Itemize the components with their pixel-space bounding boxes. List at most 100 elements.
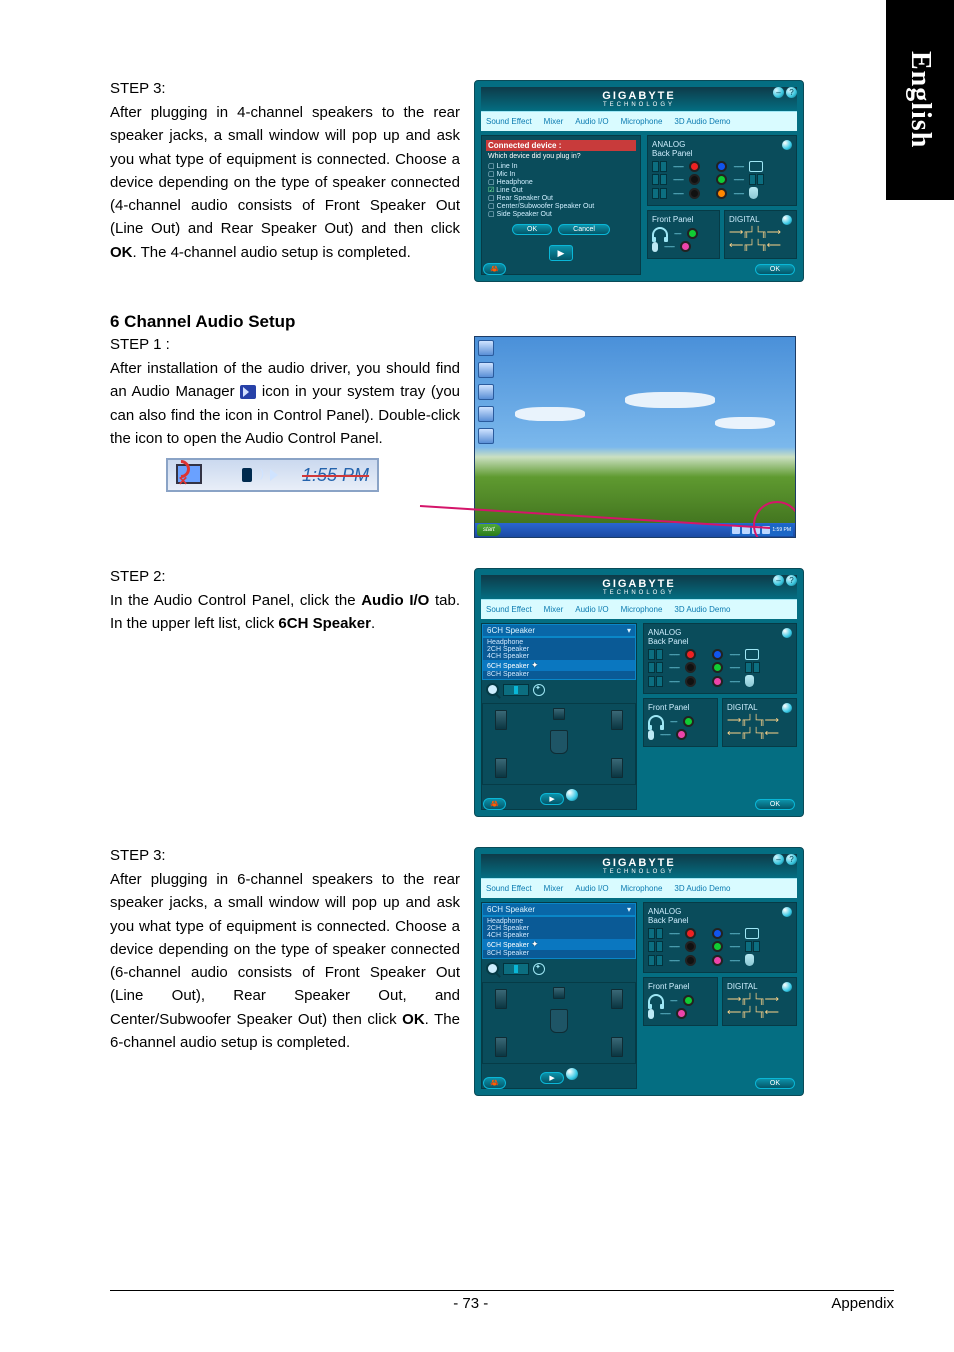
settings-icon[interactable]	[533, 684, 545, 696]
magnifier-icon[interactable]	[486, 683, 499, 696]
realtek-logo-button[interactable]: 🦀	[483, 798, 506, 810]
tab-3d-audio-demo[interactable]: 3D Audio Demo	[671, 883, 733, 894]
speaker-option-6ch[interactable]: 6CH Speaker ✦	[483, 660, 635, 671]
tray-icon-shield[interactable]	[206, 464, 228, 486]
jack-line-in[interactable]	[712, 928, 723, 939]
help-icon[interactable]: ?	[786, 575, 797, 586]
panel-ok-button[interactable]: OK	[755, 1078, 795, 1089]
start-button[interactable]: start	[477, 524, 501, 536]
dialog-ok-button[interactable]: OK	[512, 224, 552, 235]
minimize-icon[interactable]: –	[773, 575, 784, 586]
jack-line-in[interactable]	[716, 161, 727, 172]
tray-icon-audio-manager[interactable]	[266, 464, 288, 486]
device-option-rear-speaker-out[interactable]: Rear Speaker Out	[486, 194, 636, 202]
jack-rear[interactable]	[689, 174, 700, 185]
speaker-option-2ch[interactable]: 2CH Speaker	[483, 646, 635, 653]
front-jack-hp[interactable]	[683, 716, 694, 727]
front-jack-mic[interactable]	[676, 729, 687, 740]
desktop-icon[interactable]	[478, 406, 494, 422]
desktop-icon[interactable]	[478, 384, 494, 400]
speaker-option-4ch[interactable]: 4CH Speaker	[483, 932, 635, 939]
info-icon[interactable]	[782, 140, 792, 150]
device-option-mic-in[interactable]: Mic In	[486, 170, 636, 178]
speaker-option-8ch[interactable]: 8CH Speaker	[483, 950, 635, 957]
dialog-cancel-button[interactable]: Cancel	[558, 224, 610, 235]
info-icon[interactable]	[782, 215, 792, 225]
speaker-option-4ch[interactable]: 4CH Speaker	[483, 653, 635, 660]
volume-slider[interactable]	[503, 684, 529, 696]
realtek-logo-button[interactable]: 🦀	[483, 1077, 506, 1089]
tray-mini-icon[interactable]	[742, 526, 750, 534]
play-icon[interactable]: ▶	[540, 1072, 563, 1084]
help-icon[interactable]: ?	[786, 854, 797, 865]
jack-mic[interactable]	[685, 649, 696, 660]
info-icon[interactable]	[782, 703, 792, 713]
tab-mixer[interactable]: Mixer	[541, 116, 567, 127]
minimize-icon[interactable]: –	[773, 87, 784, 98]
jack-rear[interactable]	[685, 941, 696, 952]
tab-sound-effect[interactable]: Sound Effect	[483, 116, 535, 127]
tray-mini-icon[interactable]	[732, 526, 740, 534]
tab-audio-io[interactable]: Audio I/O	[572, 883, 611, 894]
tab-audio-io[interactable]: Audio I/O	[572, 116, 611, 127]
tab-microphone[interactable]: Microphone	[618, 604, 666, 615]
info-icon[interactable]	[782, 907, 792, 917]
tab-microphone[interactable]: Microphone	[618, 883, 666, 894]
device-option-headphone[interactable]: Headphone	[486, 178, 636, 186]
speaker-option-headphone[interactable]: Headphone	[483, 639, 635, 646]
tab-sound-effect[interactable]: Sound Effect	[483, 883, 535, 894]
settings-icon[interactable]	[533, 963, 545, 975]
jack-rear[interactable]	[685, 662, 696, 673]
help-icon[interactable]: ?	[786, 87, 797, 98]
jack-center-sub[interactable]	[712, 676, 723, 687]
panel-ok-button[interactable]: OK	[755, 264, 795, 275]
tab-mixer[interactable]: Mixer	[541, 604, 567, 615]
device-option-center-sub-out[interactable]: Center/Subwoofer Speaker Out	[486, 202, 636, 210]
tab-audio-io[interactable]: Audio I/O	[572, 604, 611, 615]
jack-side[interactable]	[685, 955, 696, 966]
jack-front-out[interactable]	[716, 174, 727, 185]
tab-mixer[interactable]: Mixer	[541, 883, 567, 894]
info-icon[interactable]	[782, 628, 792, 638]
play-icon[interactable]: ▶	[549, 245, 573, 261]
tab-sound-effect[interactable]: Sound Effect	[483, 604, 535, 615]
minimize-icon[interactable]: –	[773, 854, 784, 865]
device-option-line-out[interactable]: Line Out	[486, 186, 636, 194]
panel-ok-button[interactable]: OK	[755, 799, 795, 810]
magnifier-icon[interactable]	[486, 962, 499, 975]
speaker-mode-dropdown[interactable]: 6CH Speaker ▾	[482, 903, 636, 916]
front-jack-hp[interactable]	[683, 995, 694, 1006]
tab-microphone[interactable]: Microphone	[618, 116, 666, 127]
volume-slider[interactable]	[503, 963, 529, 975]
tray-icon-handset[interactable]	[236, 464, 258, 486]
jack-side[interactable]	[689, 188, 700, 199]
speaker-mode-dropdown[interactable]: 6CH Speaker ▾	[482, 624, 636, 637]
speaker-option-headphone[interactable]: Headphone	[483, 918, 635, 925]
speaker-option-2ch[interactable]: 2CH Speaker	[483, 925, 635, 932]
front-jack-mic[interactable]	[680, 241, 691, 252]
realtek-logo-button[interactable]: 🦀	[483, 263, 506, 275]
jack-center-sub[interactable]	[716, 188, 727, 199]
tab-3d-audio-demo[interactable]: 3D Audio Demo	[671, 116, 733, 127]
jack-center-sub[interactable]	[712, 955, 723, 966]
speaker-option-8ch[interactable]: 8CH Speaker	[483, 671, 635, 678]
jack-line-in[interactable]	[712, 649, 723, 660]
front-jack-mic[interactable]	[676, 1008, 687, 1019]
play-icon[interactable]: ▶	[540, 793, 563, 805]
jack-front-out[interactable]	[712, 941, 723, 952]
desktop-icon[interactable]	[478, 362, 494, 378]
jack-mic[interactable]	[689, 161, 700, 172]
tray-icon-network[interactable]: ✕	[176, 464, 198, 486]
front-jack-hp[interactable]	[687, 228, 698, 239]
dolby-icon[interactable]	[566, 789, 578, 801]
speaker-option-6ch[interactable]: 6CH Speaker ✦	[483, 939, 635, 950]
info-icon[interactable]	[782, 982, 792, 992]
desktop-icon[interactable]	[478, 428, 494, 444]
jack-front-out[interactable]	[712, 662, 723, 673]
dolby-icon[interactable]	[566, 1068, 578, 1080]
device-option-line-in[interactable]: Line In	[486, 162, 636, 170]
desktop-icon[interactable]	[478, 340, 494, 356]
jack-side[interactable]	[685, 676, 696, 687]
tab-3d-audio-demo[interactable]: 3D Audio Demo	[671, 604, 733, 615]
jack-mic[interactable]	[685, 928, 696, 939]
